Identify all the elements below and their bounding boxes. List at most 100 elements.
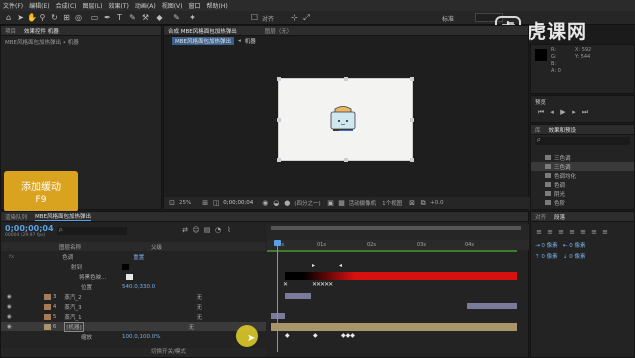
layer-row[interactable]: ◉ 4 蒸汽_3 无 [1,302,266,311]
keyframe-icon[interactable]: ◆ [285,333,290,339]
tab-effect-controls[interactable]: 效果控件 机器 [24,27,59,35]
rectangle-tool-icon[interactable]: ▭ [90,13,99,22]
layer-value[interactable]: 540.0,330.0 [122,284,155,290]
align-right-icon[interactable]: ≡ [557,228,565,236]
timeline-timecode[interactable]: 0;00;00;04 [5,224,54,233]
parent-select[interactable]: 无 [189,323,195,331]
snap-icon[interactable]: ⊹ [290,13,299,22]
align-center-icon[interactable]: ≡ [546,228,554,236]
menu-help[interactable]: 帮助(H) [207,1,228,10]
text-tool-icon[interactable]: T [115,13,124,22]
next-frame-icon[interactable]: ▸ [570,108,578,116]
bbox-handle-bl[interactable] [277,158,281,162]
menu-window[interactable]: 窗口 [188,1,200,10]
justify-all-icon[interactable]: ≡ [601,228,609,236]
effect-item[interactable]: 色调均化 [531,171,634,180]
menu-animation[interactable]: 动画(A) [135,1,156,10]
brush-tool-icon[interactable]: ✎ [128,13,137,22]
flowchart-icon[interactable]: ⧉ [419,199,427,207]
render-icon[interactable]: ⊠ [408,199,416,207]
effect-gradient-bar[interactable] [285,272,517,280]
motion-blur-icon[interactable]: ◔ [214,226,222,234]
align-left-icon[interactable]: ≡ [535,228,543,236]
layer-value[interactable]: 重置 [133,253,144,261]
keyframe-icon[interactable]: ◂ [339,263,342,269]
resolution-select[interactable]: (四分之一) [294,199,320,207]
effect-item[interactable]: 三色调 [531,153,634,162]
toggle-switches-modes[interactable]: 切换开关/模式 [1,348,266,357]
keyframe-icon[interactable]: ◆ [313,333,318,339]
effects-search-input[interactable]: ρ [535,137,630,145]
playhead[interactable] [277,240,278,352]
mask-icon[interactable]: ◫ [212,199,220,207]
comp-flowchart-icon[interactable]: ⇄ [181,226,189,234]
color-channel-icon[interactable]: ● [283,199,291,207]
menu-file[interactable]: 文件(F) [3,1,23,10]
justify-center-icon[interactable]: ≡ [579,228,587,236]
parent-select[interactable]: 无 [197,303,203,311]
play-icon[interactable]: ▶ [559,108,567,116]
bbox-handle-mr[interactable] [410,118,414,122]
comp-canvas[interactable] [277,77,414,162]
puppet-tool-icon[interactable]: ✦ [188,13,197,22]
graph-editor-icon[interactable]: ⌇ [225,226,233,234]
roi-icon[interactable]: ▣ [327,199,335,207]
last-frame-icon[interactable]: ⏭ [581,108,589,116]
expand-icon[interactable]: ⤢ [302,13,311,22]
show-snapshot-icon[interactable]: ◒ [272,199,280,207]
tab-library[interactable]: 库 [535,126,541,134]
clone-tool-icon[interactable]: ⚒ [141,13,150,22]
keyframe-group[interactable]: ✕✕✕✕✕ [312,282,333,288]
menu-layer[interactable]: 图层(L) [83,1,103,10]
bbox-handle-tr[interactable] [410,77,414,81]
breadcrumb-layer[interactable]: 机器 [245,37,256,45]
playhead-handle[interactable] [274,240,281,246]
zoom-select[interactable]: 25% [179,200,191,206]
tab-layer[interactable]: 图层（无） [265,27,293,35]
layer-row[interactable]: ◉ 5 蒸汽_1 无 [1,312,266,321]
layer-bar-steam2[interactable] [285,293,311,299]
bbox-handle-br[interactable] [410,158,414,162]
comp-timecode[interactable]: 0;00;00;04 [223,200,253,206]
keyframe-icon[interactable]: ▸ [312,263,315,269]
layer-bar-machine[interactable] [271,323,517,331]
menu-effect[interactable]: 效果(T) [109,1,129,10]
justify-left-icon[interactable]: ≡ [568,228,576,236]
tab-composition[interactable]: 合成 MBE风格面包加热弹出 [168,27,237,35]
col-layer-name[interactable]: 图层名称 [59,243,81,251]
layer-row[interactable]: 射到 [1,262,266,271]
layer-row[interactable]: 将黑色映... [1,272,266,281]
tab-project[interactable]: 项目 [5,27,16,35]
parent-select[interactable]: 无 [197,293,203,301]
layer-row-selected[interactable]: ◉ 6 [机器] 无 [1,321,266,332]
snapshot-icon[interactable]: ◉ [261,199,269,207]
justify-right-icon[interactable]: ≡ [590,228,598,236]
effect-item-selected[interactable]: 三色调 [531,162,634,171]
rotate-tool-icon[interactable]: ↻ [50,13,59,22]
time-navigator[interactable] [267,224,529,240]
hand-tool-icon[interactable]: ✋ [27,13,37,22]
workspace-label[interactable]: 标准 [442,14,454,23]
eraser-tool-icon[interactable]: ◆ [155,13,164,22]
color-swatch-black[interactable] [122,263,130,270]
parent-select[interactable]: 无 [197,313,203,321]
keyframe-icon[interactable]: ✕ [283,282,288,288]
effect-item[interactable]: 色阶 [531,198,634,207]
layer-row[interactable]: 位置 540.0,330.0 [1,282,266,291]
menu-edit[interactable]: 编辑(E) [29,1,49,10]
prev-frame-icon[interactable]: ◂ [548,108,556,116]
views-select[interactable]: 1个视图 [382,199,402,207]
home-icon[interactable]: ⌂ [4,13,13,22]
selection-tool-icon[interactable]: ➤ [16,13,25,22]
pen-tool-icon[interactable]: ✒ [103,13,112,22]
time-ruler[interactable]: 00s 01s 02s 03s 04s [267,240,529,250]
tab-align[interactable]: 对齐 [535,213,546,221]
bbox-handle-tl[interactable] [277,77,281,81]
tab-paragraph[interactable]: 段落 [554,213,565,221]
indent-row[interactable]: ⇥ 0 像素 ⇤ 0 像素 [535,241,630,252]
layer-bar-steam3[interactable] [467,303,517,309]
magnifier-icon[interactable]: ⊡ [168,199,176,207]
layer-bar-steam1[interactable] [271,313,285,319]
keyframe-group[interactable]: ◆◆◆ [341,333,355,339]
transparency-grid-icon[interactable]: ▦ [338,199,346,207]
